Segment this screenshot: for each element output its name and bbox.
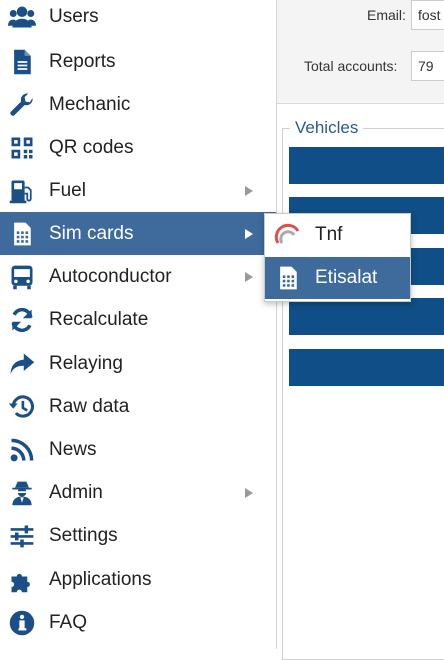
sim-cards-submenu: Tnf Etisalat — [264, 213, 411, 302]
submenu-item-label: Etisalat — [315, 267, 378, 288]
sidebar-item-relaying[interactable]: Relaying — [0, 342, 276, 385]
sidebar-item-users[interactable]: Users — [0, 0, 276, 38]
sim-card-icon — [6, 218, 38, 250]
sidebar-item-reports[interactable]: Reports — [0, 40, 276, 83]
sidebar-item-label: QR codes — [49, 136, 134, 158]
sidebar-item-admin[interactable]: Admin — [0, 471, 276, 514]
vehicle-row[interactable] — [289, 298, 444, 335]
bus-icon — [6, 261, 38, 293]
file-icon — [6, 46, 38, 78]
email-field[interactable]: fost — [411, 0, 444, 30]
history-icon — [6, 391, 38, 423]
sidebar-item-label: Recalculate — [49, 308, 149, 330]
sync-icon — [6, 304, 38, 336]
sidebar-item-news[interactable]: News — [0, 428, 276, 471]
puzzle-icon — [6, 564, 38, 596]
sidebar-item-qr-codes[interactable]: QR codes — [0, 126, 276, 169]
vehicles-legend: Vehicles — [290, 118, 364, 138]
chevron-right-icon — [245, 271, 253, 282]
sidebar-item-sim-cards[interactable]: Sim cards — [0, 212, 276, 255]
sidebar-item-settings[interactable]: Settings — [0, 514, 276, 557]
vehicle-row[interactable] — [289, 349, 444, 386]
sidebar-item-label: Admin — [49, 481, 103, 503]
sidebar-item-faq[interactable]: FAQ — [0, 601, 276, 644]
sidebar-item-fuel[interactable]: Fuel — [0, 169, 276, 212]
sidebar: Users Reports Mechanic QR codes Fuel Sim… — [0, 0, 277, 649]
sidebar-item-recalculate[interactable]: Recalculate — [0, 298, 276, 341]
sidebar-item-label: Mechanic — [49, 93, 131, 115]
chevron-right-icon — [245, 185, 253, 196]
sidebar-item-applications[interactable]: Applications — [0, 558, 276, 601]
sim-card-icon — [274, 264, 302, 292]
sidebar-item-label: FAQ — [49, 611, 88, 633]
share-icon — [6, 348, 38, 380]
submenu-item-label: Tnf — [315, 224, 343, 245]
sidebar-item-label: Sim cards — [49, 222, 134, 244]
tnf-logo-icon — [274, 221, 302, 249]
user-secret-icon — [6, 477, 38, 509]
total-accounts-field[interactable]: 79 — [411, 51, 444, 81]
sidebar-item-label: Raw data — [49, 395, 130, 417]
wrench-icon — [6, 89, 38, 121]
sidebar-item-autoconductor[interactable]: Autoconductor — [0, 255, 276, 298]
sidebar-item-label: News — [49, 438, 97, 460]
sidebar-item-mechanic[interactable]: Mechanic — [0, 83, 276, 126]
info-circle-icon — [6, 607, 38, 639]
sidebar-item-label: Applications — [49, 568, 152, 590]
gas-pump-icon — [6, 175, 38, 207]
sliders-icon — [6, 520, 38, 552]
submenu-item-tnf[interactable]: Tnf — [265, 214, 410, 256]
vehicle-row[interactable] — [289, 147, 444, 184]
sidebar-item-label: Settings — [49, 524, 118, 546]
sidebar-item-label: Relaying — [49, 352, 123, 374]
chevron-right-icon — [245, 228, 253, 239]
email-label: Email: — [367, 7, 406, 23]
chevron-right-icon — [245, 487, 253, 498]
sidebar-item-label: Autoconductor — [49, 265, 172, 287]
sidebar-item-raw-data[interactable]: Raw data — [0, 385, 276, 428]
total-accounts-label: Total accounts: — [304, 58, 398, 74]
users-icon — [6, 1, 38, 33]
sidebar-item-label: Reports — [49, 50, 116, 72]
sidebar-item-label: Users — [49, 5, 99, 27]
rss-icon — [6, 434, 38, 466]
submenu-item-etisalat[interactable]: Etisalat — [265, 257, 410, 299]
sidebar-item-label: Fuel — [49, 179, 86, 201]
qrcode-icon — [6, 132, 38, 164]
